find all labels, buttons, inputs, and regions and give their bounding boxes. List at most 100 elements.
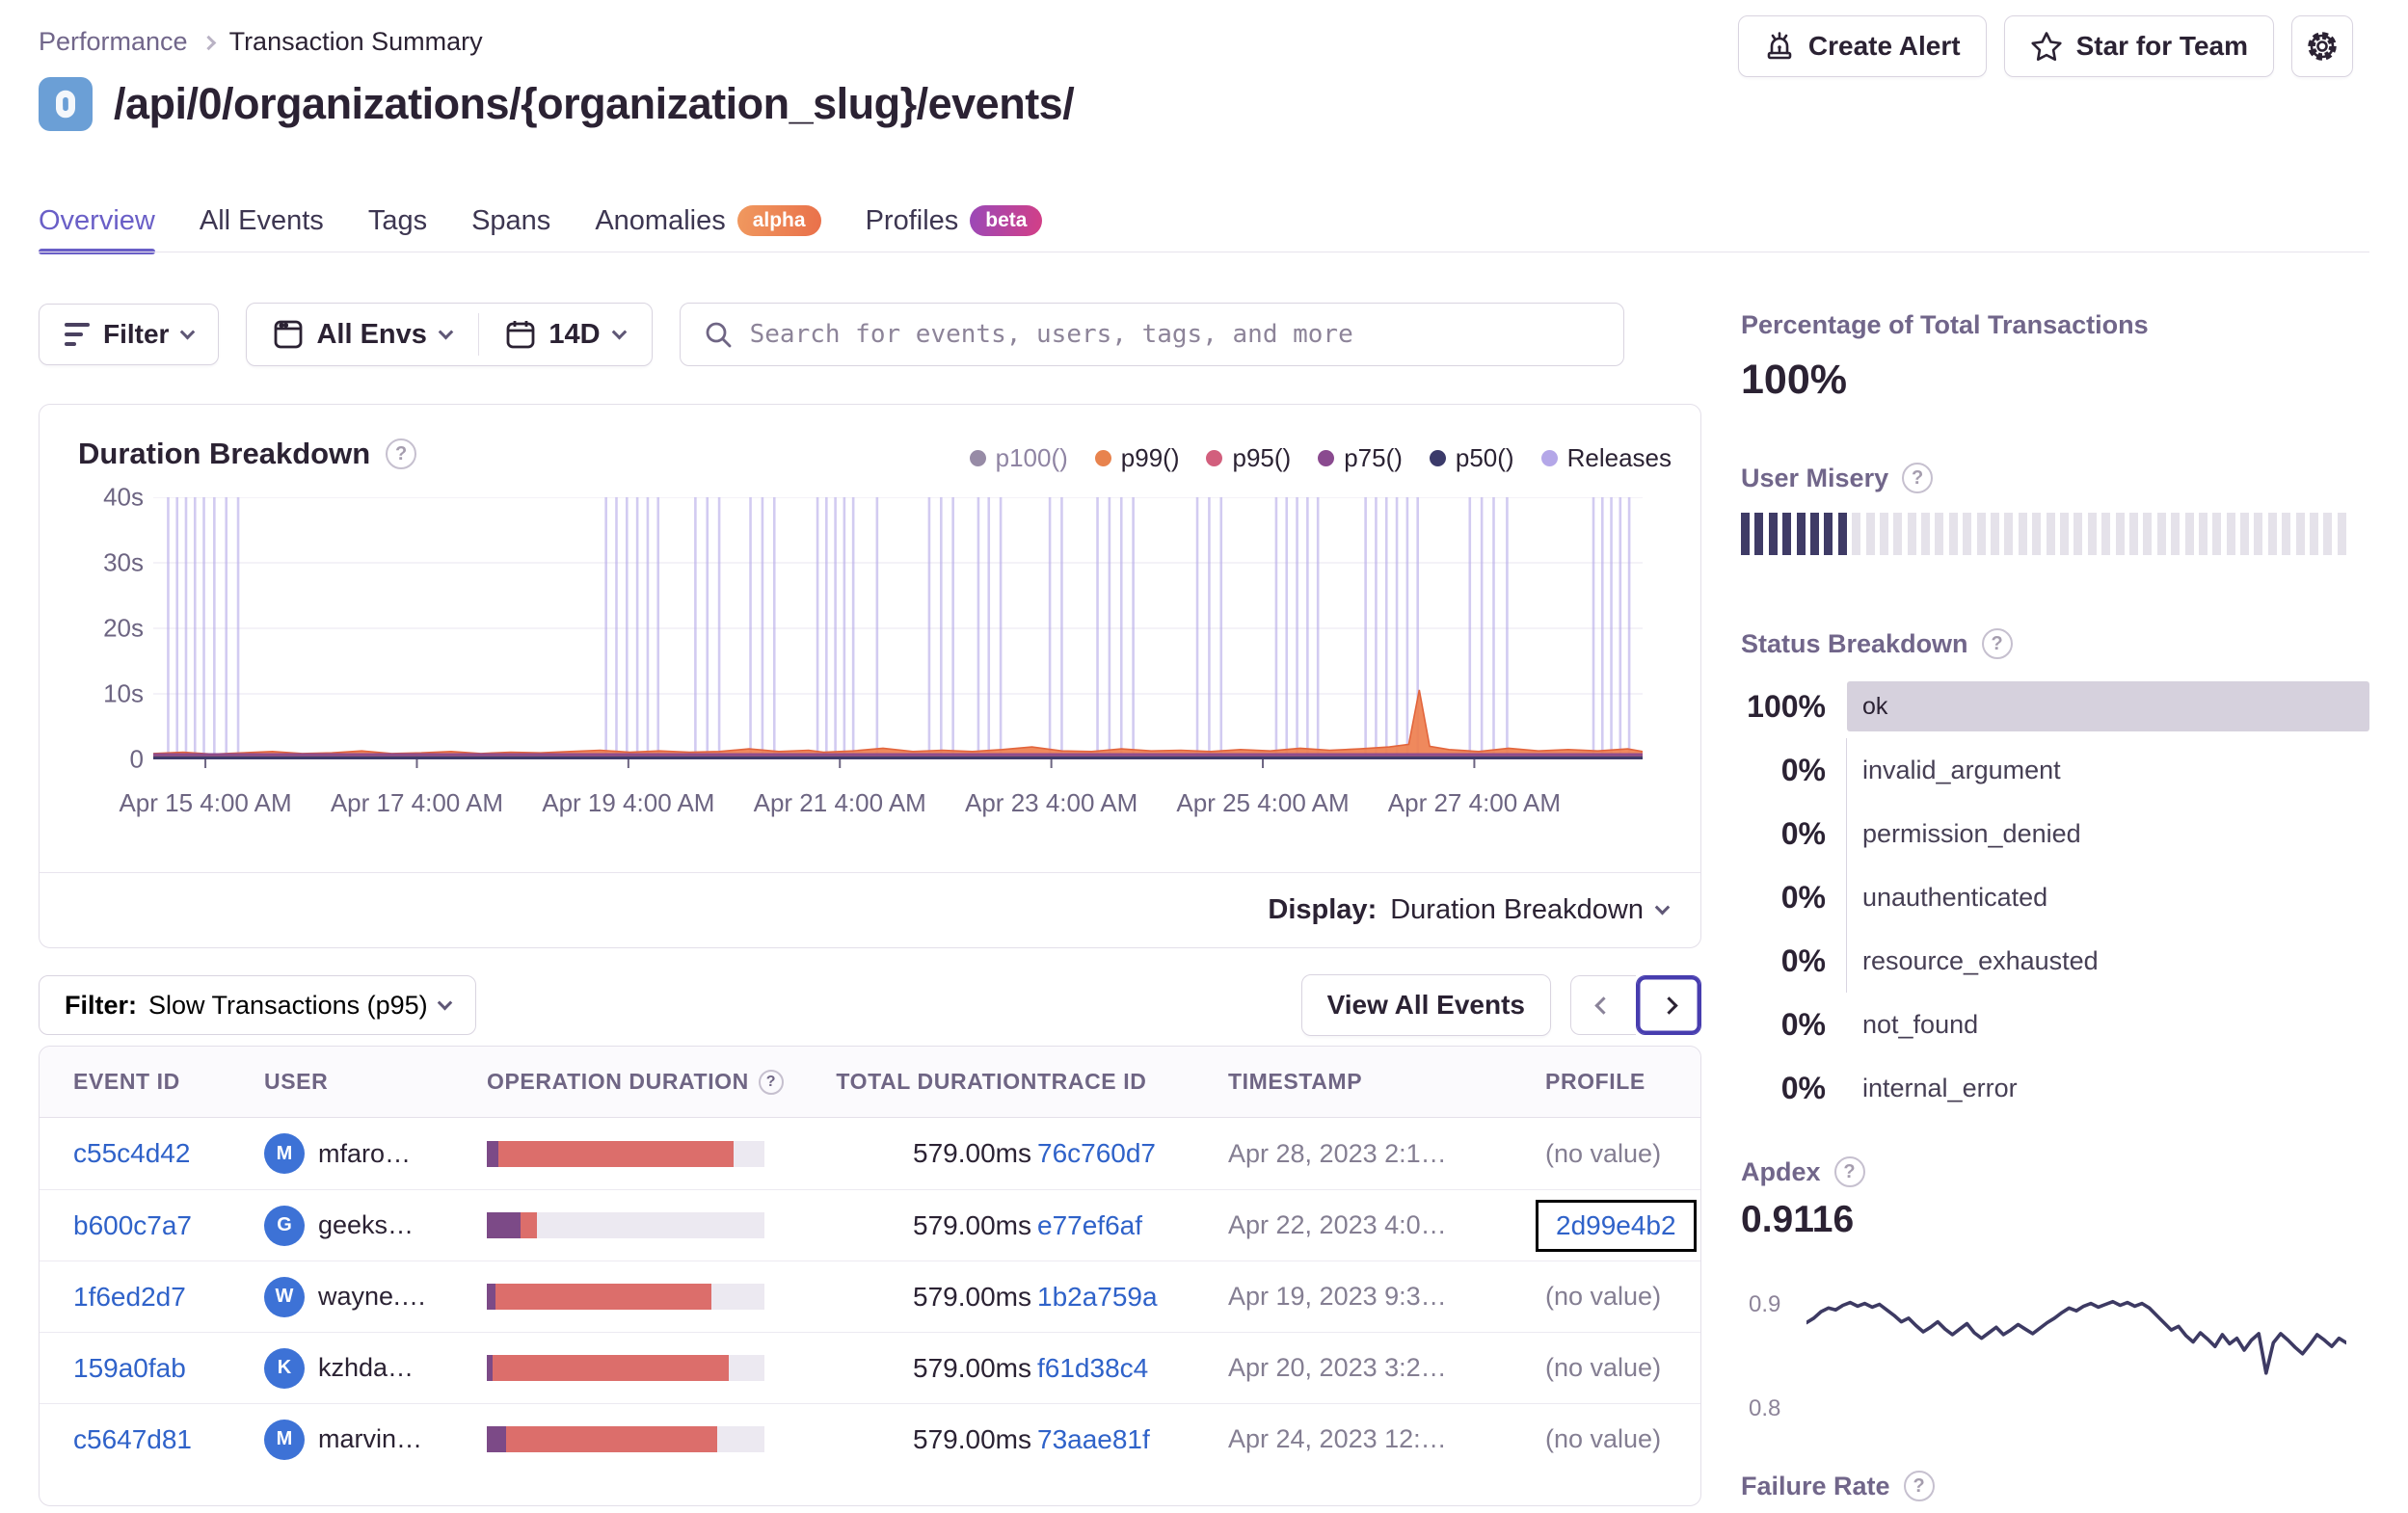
event-id-link[interactable]: 159a0fab [73,1353,264,1384]
environment-selector[interactable]: All Envs [247,304,477,365]
total-transactions-value: 100% [1741,357,1847,403]
http-segment [497,1140,735,1167]
previous-page-button[interactable] [1570,975,1636,1035]
legend-item-p75[interactable]: p75() [1318,443,1403,473]
status-bar-area: invalid_argument [1846,738,2369,802]
x-tick-label: Apr 25 4:00 AM [1176,788,1350,817]
next-page-button[interactable] [1636,975,1701,1035]
tab-label: Overview [39,204,155,236]
trace-id-link[interactable]: 76c760d7 [1037,1138,1228,1169]
user-misery-heading: User Misery [1741,463,1934,493]
help-icon[interactable] [1902,463,1934,493]
column-header-user: USER [264,1069,329,1094]
misery-stripe [2171,513,2181,555]
username: kzhda… [318,1353,415,1382]
help-icon[interactable] [386,438,417,469]
trace-id-link[interactable]: e77ef6af [1037,1210,1228,1241]
timestamp: Apr 22, 2023 4:0… [1228,1210,1447,1239]
trace-id-link[interactable]: 1b2a759a [1037,1282,1228,1313]
event-id-link[interactable]: c5647d81 [73,1424,264,1455]
apdex-heading: Apdex [1741,1156,1865,1187]
column-header-event-id: EVENT ID [73,1069,180,1094]
event-id-link[interactable]: b600c7a7 [73,1210,264,1241]
misery-stripe [2337,513,2346,555]
event-id-link[interactable]: 1f6ed2d7 [73,1282,264,1313]
operation-duration-bar [487,1212,764,1238]
profile-cell: (no value) [1516,1139,1667,1169]
help-icon[interactable] [1903,1471,1935,1501]
siren-icon [1764,32,1795,61]
status-bar-area: unauthenticated [1846,865,2369,929]
avatar: K [264,1347,305,1389]
trace-id-link[interactable]: 73aae81f [1037,1424,1228,1455]
display-dropdown[interactable]: Display: Duration Breakdown [1268,894,1671,926]
profile-highlight-box: 2d99e4b2 [1536,1199,1697,1252]
legend-dot [1094,450,1111,466]
misery-stripe [1935,513,1944,555]
legend-item-p99[interactable]: p99() [1094,443,1179,473]
status-percentage: 0% [1780,942,1826,978]
search-input[interactable]: Search for events, users, tags, and more [679,303,1624,366]
legend-item-Releases[interactable]: Releases [1540,443,1672,473]
tab-tags[interactable]: Tags [368,205,427,243]
user-cell: Mmfaro… [264,1133,487,1174]
misery-stripe [2240,513,2250,555]
x-tick-label: Apr 21 4:00 AM [753,788,926,817]
breadcrumb-performance-link[interactable]: Performance [39,27,188,57]
total-duration: 579.00ms [913,1281,1031,1312]
x-tick-label: Apr 17 4:00 AM [330,788,504,817]
help-icon[interactable] [1981,628,2013,659]
operation-duration-bar [487,1140,764,1167]
status-label: not_found [1862,1009,1979,1039]
settings-button[interactable] [2291,15,2353,77]
failure-rate-heading: Failure Rate [1741,1471,1935,1501]
breadcrumb-chevron-icon [201,35,216,51]
misery-stripe [2267,513,2277,555]
date-range-selector[interactable]: 14D [479,304,651,365]
column-header-trace-id: TRACE ID [1037,1069,1147,1094]
search-icon [704,320,733,349]
misery-stripe [2184,513,2194,555]
tab-profiles[interactable]: Profiles beta [866,205,1043,243]
status-breakdown-heading: Status Breakdown [1741,628,2013,659]
misery-stripe [1865,513,1875,555]
misery-stripe [2059,513,2069,555]
tab-all-events[interactable]: All Events [200,205,324,243]
http-segment [492,1355,729,1381]
help-icon[interactable] [1833,1156,1865,1187]
trace-id-link[interactable]: f61d38c4 [1037,1353,1228,1384]
chevron-down-icon [437,995,452,1010]
filter-button[interactable]: Filter [39,304,220,365]
create-alert-button[interactable]: Create Alert [1737,15,1987,77]
legend-item-p95[interactable]: p95() [1206,443,1291,473]
breadcrumb: Performance Transaction Summary [39,27,483,57]
misery-stripe [1824,513,1833,555]
misery-stripe [1879,513,1888,555]
y-tick-label: 20s [103,613,144,643]
status-bar-ok: ok [1847,681,2369,731]
legend-item-p50[interactable]: p50() [1429,443,1514,473]
table-row: b600c7a7 Ggeeks… 579.00ms e77ef6af Apr 22, 2… [40,1189,1700,1261]
http-segment [520,1212,537,1238]
event-id-link[interactable]: c55c4d42 [73,1138,264,1169]
chevron-left-icon [1594,995,1613,1015]
status-percentage: 0% [1780,879,1826,915]
view-all-events-button[interactable]: View All Events [1300,974,1551,1036]
tab-spans[interactable]: Spans [471,205,550,243]
tab-overview[interactable]: Overview [39,204,155,254]
user-cell: Kkzhda… [264,1347,487,1389]
transactions-filter-dropdown[interactable]: Filter: Slow Transactions (p95) [39,975,476,1035]
misery-stripe [2143,513,2153,555]
misery-stripe [2018,513,2027,555]
legend-item-p100[interactable]: p100() [969,443,1068,473]
help-icon[interactable] [758,1069,784,1095]
star-for-team-button[interactable]: Star for Team [2003,15,2274,77]
x-tick-label: Apr 27 4:00 AM [1387,788,1562,817]
misery-stripe [1754,513,1764,555]
profile-link[interactable]: 2d99e4b2 [1556,1210,1676,1240]
chart-header: Duration Breakdown [78,437,417,471]
misery-stripe [1963,513,1972,555]
tab-anomalies[interactable]: Anomalies alpha [595,205,821,243]
table-body: c55c4d42 Mmfaro… 579.00ms 76c760d7 Apr 28, 2… [40,1118,1700,1474]
status-percentage: 0% [1780,1006,1826,1042]
